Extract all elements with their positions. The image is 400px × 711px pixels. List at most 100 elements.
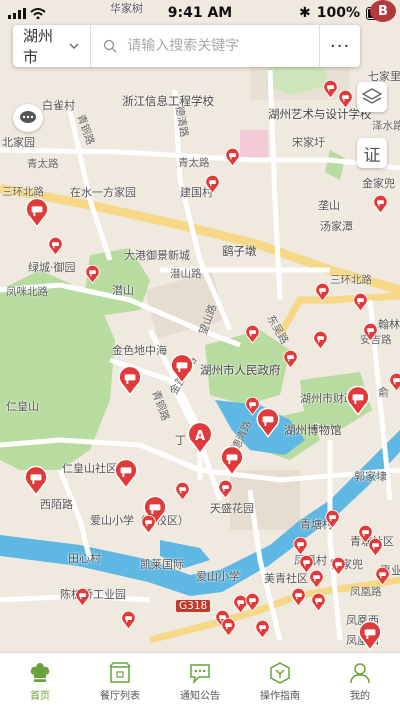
- restaurant-marker[interactable]: A: [187, 422, 213, 455]
- city-select-label: 湖州市: [23, 25, 63, 67]
- map-label: 郭家埭: [354, 468, 387, 484]
- chat-bubble-icon: [189, 662, 211, 684]
- restaurant-marker[interactable]: [245, 593, 260, 612]
- road-label: 泽水路: [372, 118, 400, 133]
- restaurant-marker[interactable]: [363, 323, 378, 342]
- map-label: 爱山小学: [196, 568, 240, 584]
- tab-notices[interactable]: 通知公告: [160, 653, 240, 711]
- restaurant-marker[interactable]: [315, 283, 330, 302]
- battery-percent: 100%: [317, 5, 360, 21]
- restaurant-marker[interactable]: [256, 408, 280, 438]
- restaurant-marker[interactable]: [218, 480, 233, 499]
- map-view[interactable]: 华家树 白雀村 浙江信息工程学校 七家里 湖州艺术与设计学校 泽水路 北家园 青…: [0, 0, 400, 652]
- restaurant-marker[interactable]: [375, 567, 390, 586]
- map-label: 俞: [378, 384, 389, 400]
- map-label: 仁皇山社区: [62, 460, 117, 476]
- road-label: 青太路: [27, 156, 59, 171]
- restaurant-marker[interactable]: [358, 621, 382, 651]
- restaurant-marker[interactable]: [225, 148, 240, 167]
- tab-mine[interactable]: 我的: [320, 653, 400, 711]
- restaurant-marker[interactable]: [141, 515, 156, 534]
- restaurant-marker[interactable]: [85, 265, 100, 284]
- chevron-down-icon: [69, 43, 78, 49]
- restaurant-marker[interactable]: [24, 466, 48, 496]
- restaurant-marker[interactable]: [175, 482, 190, 501]
- map-label: 田心村: [68, 550, 101, 566]
- map-label: 金色地中海: [112, 342, 167, 358]
- restaurant-marker[interactable]: [353, 293, 368, 312]
- restaurant-marker[interactable]: [291, 588, 306, 607]
- restaurant-marker[interactable]: [309, 570, 324, 589]
- restaurant-marker[interactable]: [255, 620, 270, 639]
- guide-icon: [269, 662, 291, 684]
- cellular-signal-icon: [8, 8, 26, 19]
- restaurant-marker[interactable]: [245, 397, 260, 416]
- search-icon: [103, 39, 117, 53]
- restaurant-marker[interactable]: [389, 373, 400, 392]
- restaurant-marker[interactable]: [373, 195, 388, 214]
- svg-text:A: A: [195, 429, 205, 444]
- map-label: 浙江信息工程学校: [122, 93, 214, 109]
- restaurant-marker[interactable]: [114, 459, 138, 489]
- city-select[interactable]: 湖州市: [13, 25, 91, 67]
- map-label: 丁: [175, 432, 186, 448]
- tab-label: 首页: [30, 687, 50, 702]
- map-label: 鹞子墩: [222, 243, 257, 259]
- map-label: 金家兜: [362, 175, 395, 191]
- restaurant-marker[interactable]: [325, 510, 340, 529]
- restaurant-marker[interactable]: [283, 350, 298, 369]
- status-bar: 9:41 AM ✱ 100%: [0, 0, 400, 26]
- tab-guide[interactable]: 操作指南: [240, 653, 320, 711]
- restaurant-marker[interactable]: [331, 557, 346, 576]
- map-label: 凯莱国际: [140, 556, 184, 572]
- restaurant-marker[interactable]: [293, 537, 308, 556]
- restaurant-marker[interactable]: [170, 354, 194, 384]
- map-label: 天盛花园: [210, 500, 254, 516]
- map-label: 潜山: [112, 282, 134, 298]
- map-label: 绿城·御园: [28, 259, 76, 275]
- restaurant-marker[interactable]: [323, 80, 338, 99]
- map-label: 湖州市人民政府: [200, 362, 281, 378]
- map-label: 陈板桥工业园: [60, 586, 126, 602]
- restaurant-marker[interactable]: [220, 446, 244, 476]
- map-label: 仁皇山: [6, 398, 39, 414]
- tab-restaurant-list[interactable]: 餐厅列表: [80, 653, 160, 711]
- highway-shield: G318: [176, 600, 210, 612]
- chef-hat-icon: [29, 662, 51, 684]
- map-label: 垄山: [318, 197, 340, 213]
- restaurant-marker[interactable]: [48, 237, 63, 256]
- tab-home[interactable]: 首页: [0, 653, 80, 711]
- message-button[interactable]: [13, 104, 43, 132]
- restaurant-marker[interactable]: [313, 331, 328, 350]
- road-label: 三环北路: [2, 184, 44, 199]
- restaurant-marker[interactable]: [205, 175, 220, 194]
- layers-icon: [362, 88, 382, 106]
- bottom-tab-bar: 首页 餐厅列表 通知公告 操作指南 我的: [0, 652, 400, 711]
- chat-bubble-icon: [19, 110, 37, 126]
- road-label: 凤凰路: [350, 584, 382, 599]
- search-field: [91, 37, 319, 55]
- search-input[interactable]: [125, 37, 319, 55]
- road-label: 潜山路: [170, 266, 202, 281]
- more-button[interactable]: ···: [319, 25, 360, 67]
- restaurant-marker[interactable]: [346, 386, 370, 416]
- restaurant-marker[interactable]: [25, 198, 49, 228]
- map-layers-button[interactable]: [357, 82, 387, 112]
- map-label: 白雀村: [42, 97, 75, 113]
- map-label: 北家园: [2, 134, 35, 150]
- restaurant-marker[interactable]: [338, 90, 353, 109]
- restaurant-marker[interactable]: [121, 611, 136, 630]
- restaurant-marker[interactable]: [358, 525, 373, 544]
- map-label: 大港御景新城: [124, 247, 190, 263]
- restaurant-marker[interactable]: [311, 593, 326, 612]
- restaurant-marker[interactable]: [221, 618, 236, 637]
- certificate-button[interactable]: 证: [357, 138, 387, 168]
- map-label: 湖州艺术与设计学校: [268, 106, 372, 122]
- restaurant-marker[interactable]: [75, 588, 90, 607]
- profile-badge[interactable]: B: [370, 0, 396, 22]
- search-bar: 湖州市 ···: [13, 25, 360, 67]
- restaurant-marker[interactable]: [245, 325, 260, 344]
- person-icon: [349, 662, 371, 684]
- restaurant-marker[interactable]: [118, 366, 142, 396]
- map-label: 西陌路: [40, 496, 73, 512]
